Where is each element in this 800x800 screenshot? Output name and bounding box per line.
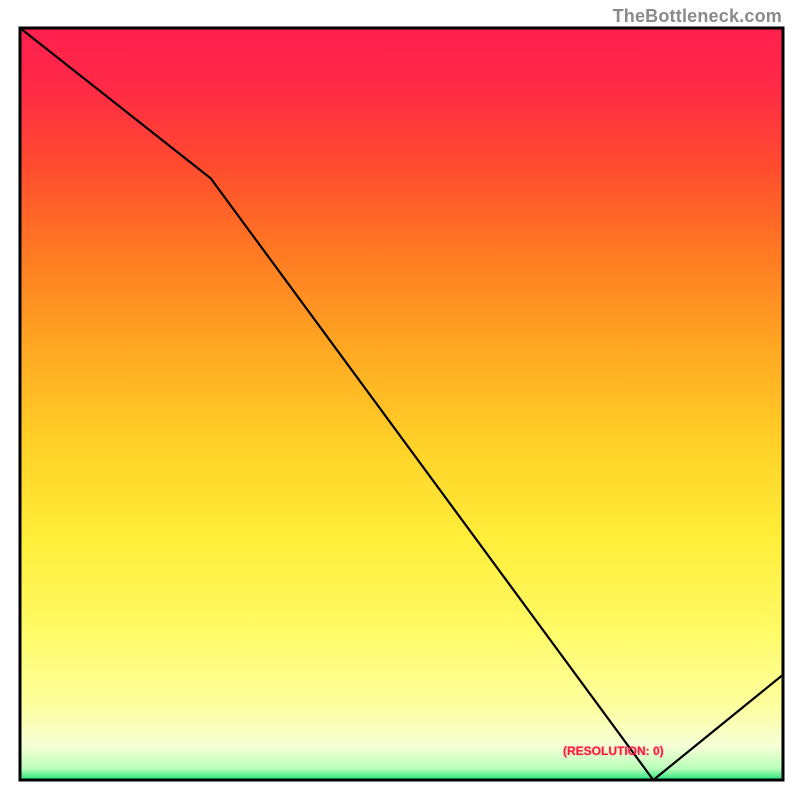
chart-stage: TheBottleneck.com (RESOLUTION: 0) — [0, 0, 800, 800]
chart-svg — [0, 0, 800, 800]
gradient-background — [20, 28, 783, 780]
resolution-annotation: (RESOLUTION: 0) — [563, 744, 664, 758]
